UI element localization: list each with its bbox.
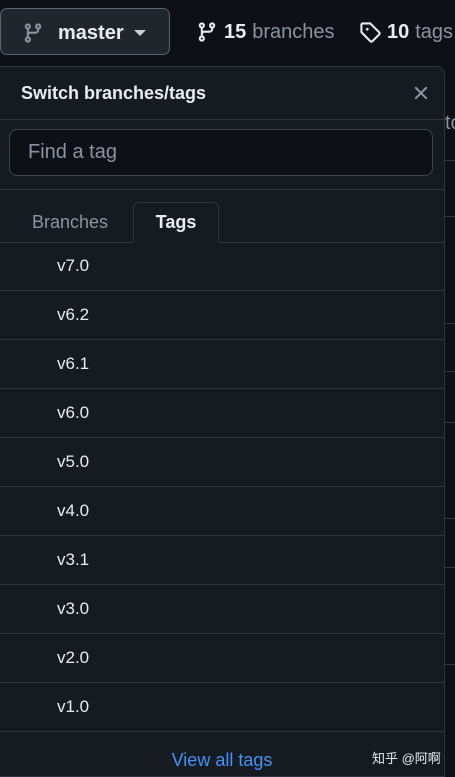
tag-icon xyxy=(360,22,381,43)
tag-item[interactable]: v3.0 xyxy=(0,585,444,634)
tag-name: v6.2 xyxy=(57,305,90,324)
tag-name: v7.0 xyxy=(57,256,90,275)
tag-item[interactable]: v6.1 xyxy=(0,340,444,389)
branch-select-button[interactable]: master xyxy=(0,8,170,55)
filter-section xyxy=(0,119,444,190)
background-divider xyxy=(445,567,455,568)
dropdown-tabs: Branches Tags xyxy=(0,190,444,243)
background-divider xyxy=(445,371,455,372)
branches-label: branches xyxy=(252,20,335,43)
background-content: to xyxy=(445,66,455,777)
tags-label: tags xyxy=(415,20,454,43)
current-branch-label: master xyxy=(58,22,124,44)
tag-item[interactable]: v1.0 xyxy=(0,683,444,732)
tag-item[interactable]: v6.2 xyxy=(0,291,444,340)
background-divider xyxy=(445,664,455,665)
background-divider xyxy=(445,160,455,161)
watermark: 知乎 @阿啊 xyxy=(372,751,441,766)
tag-item[interactable]: v5.0 xyxy=(0,438,444,487)
tag-item[interactable]: v2.0 xyxy=(0,634,444,683)
background-divider xyxy=(445,422,455,423)
tag-item[interactable]: v3.1 xyxy=(0,536,444,585)
tab-branches[interactable]: Branches xyxy=(15,202,125,242)
caret-down-icon xyxy=(134,30,146,36)
tag-name: v3.1 xyxy=(57,550,90,569)
tags-count: 10 xyxy=(387,20,410,43)
repo-toolbar: master 15 branches 10 tags xyxy=(0,0,455,66)
branches-count: 15 xyxy=(224,20,247,43)
tag-list: v7.0 v6.2 v6.1 v6.0 v5.0 v4.0 v3.1 v3.0 … xyxy=(0,242,444,732)
git-branch-icon xyxy=(198,22,216,42)
tag-name: v2.0 xyxy=(57,648,90,667)
tags-link[interactable]: 10 tags xyxy=(359,18,453,46)
tag-name: v6.0 xyxy=(57,403,90,422)
dropdown-title: Switch branches/tags xyxy=(21,83,207,103)
background-divider xyxy=(445,216,455,217)
close-icon[interactable] xyxy=(410,82,432,104)
tag-item[interactable]: v7.0 xyxy=(0,242,444,291)
dropdown-header: Switch branches/tags xyxy=(0,67,444,120)
find-tag-input[interactable] xyxy=(9,129,433,176)
tab-tags[interactable]: Tags xyxy=(133,202,219,243)
tag-name: v1.0 xyxy=(57,697,90,716)
branch-tag-dropdown: Switch branches/tags Branches Tags v7.0 … xyxy=(0,66,445,777)
branches-link[interactable]: 15 branches xyxy=(196,18,335,46)
tag-item[interactable]: v6.0 xyxy=(0,389,444,438)
tag-name: v5.0 xyxy=(57,452,90,471)
tag-name: v6.1 xyxy=(57,354,90,373)
tag-name: v4.0 xyxy=(57,501,90,520)
background-divider xyxy=(445,518,455,519)
background-peek-text: to xyxy=(445,112,455,134)
git-branch-icon xyxy=(24,23,42,43)
tag-item[interactable]: v4.0 xyxy=(0,487,444,536)
background-divider xyxy=(445,323,455,324)
view-all-tags-link[interactable]: View all tags xyxy=(172,750,273,770)
tag-name: v3.0 xyxy=(57,599,90,618)
